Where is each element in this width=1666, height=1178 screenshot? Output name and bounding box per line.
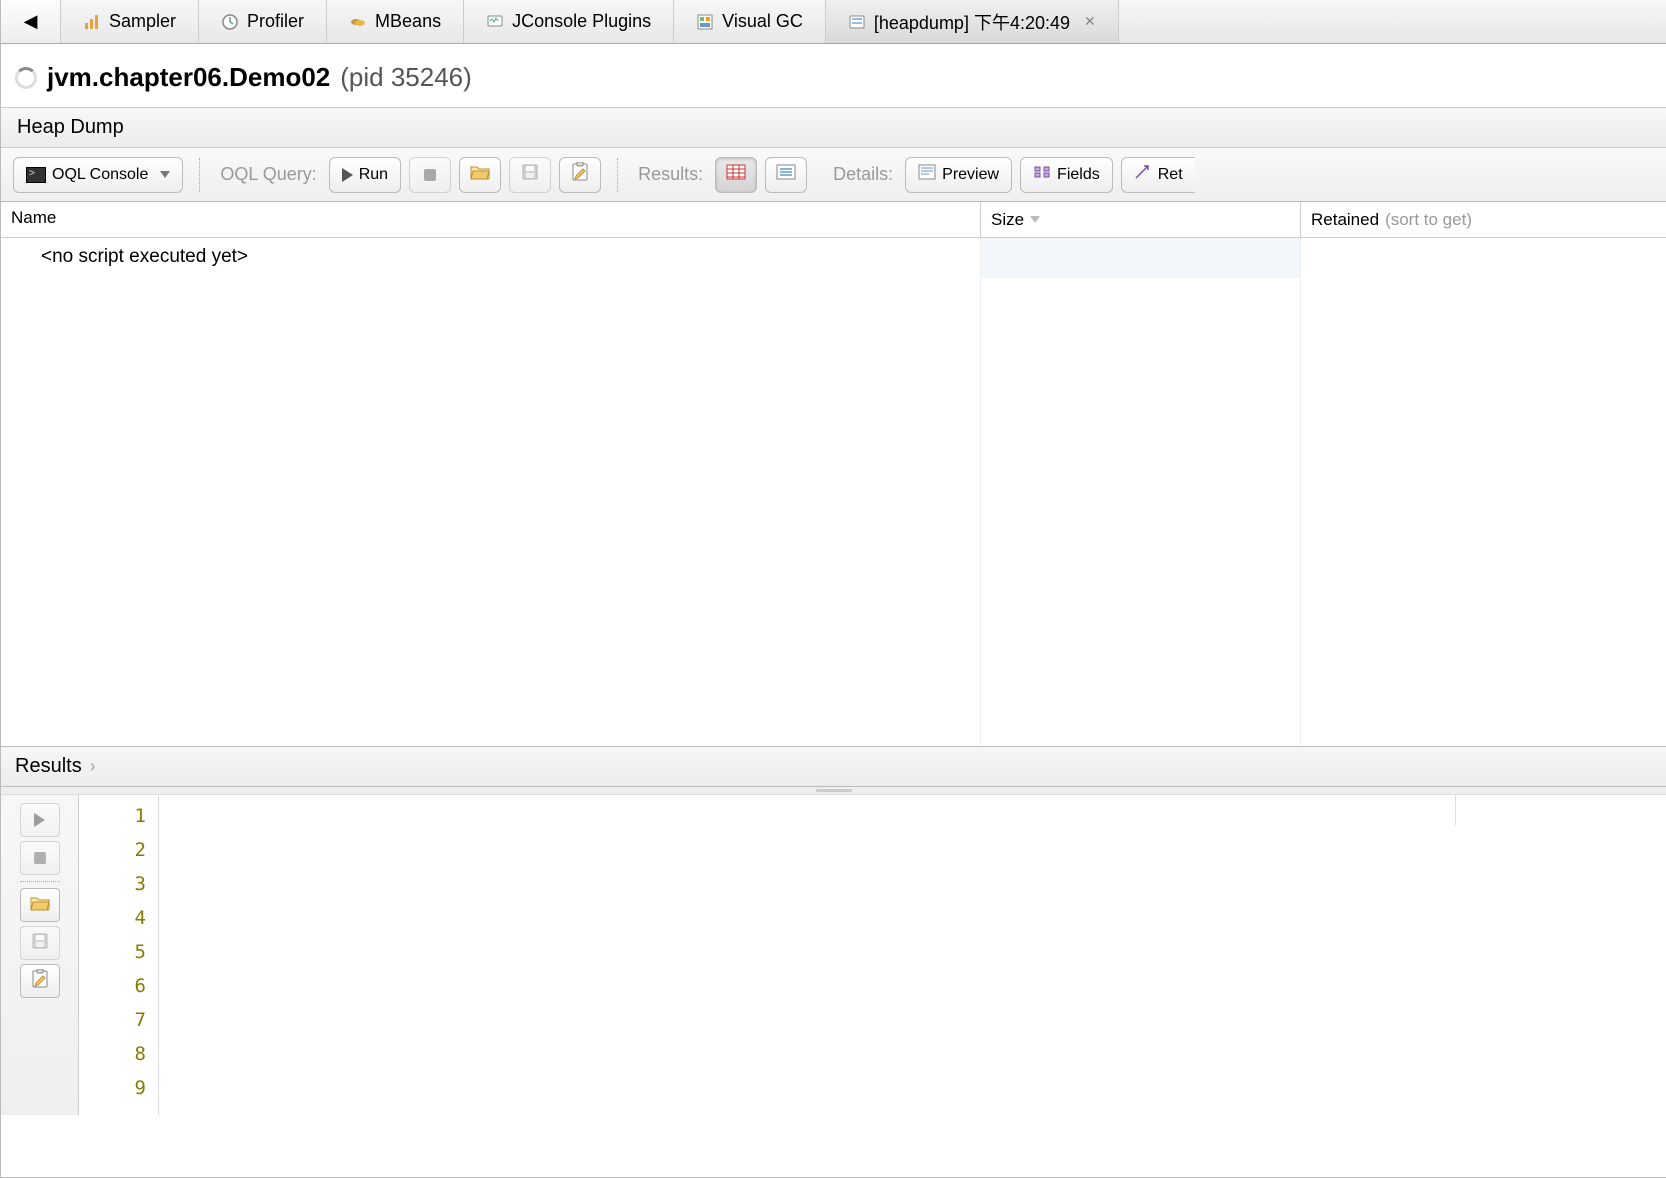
results-list-view-button[interactable] xyxy=(765,157,807,193)
size-column-content xyxy=(981,238,1301,746)
tab-label: Visual GC xyxy=(722,11,803,32)
folder-open-icon xyxy=(30,895,50,915)
column-name-label: Name xyxy=(11,208,56,227)
table-icon xyxy=(726,164,746,185)
visual-gc-icon xyxy=(696,13,714,31)
beans-icon xyxy=(349,13,367,31)
stop-icon xyxy=(424,169,436,181)
folder-open-icon xyxy=(470,164,490,185)
page-title: jvm.chapter06.Demo02 (pid 35246) xyxy=(1,44,1666,107)
column-retained-label: Retained xyxy=(1311,210,1379,230)
separator xyxy=(617,158,618,192)
heapdump-icon xyxy=(848,13,866,31)
run-button[interactable]: Run xyxy=(329,157,401,193)
line-number-gutter: 1 2 3 4 5 6 7 8 9 xyxy=(79,795,159,1115)
references-label: Ret xyxy=(1158,166,1183,184)
fields-icon xyxy=(1033,164,1051,185)
editor-open-button[interactable] xyxy=(20,888,60,922)
column-size-label: Size xyxy=(991,210,1024,230)
terminal-icon xyxy=(26,167,46,183)
column-size-header[interactable]: Size xyxy=(981,202,1301,237)
editor-divider xyxy=(1455,795,1456,825)
line-number: 4 xyxy=(79,901,146,935)
line-number: 1 xyxy=(79,799,146,833)
results-table-view-button[interactable] xyxy=(715,157,757,193)
results-section-header[interactable]: Results › xyxy=(1,746,1666,787)
tab-jconsole-plugins[interactable]: JConsole Plugins xyxy=(464,0,674,43)
line-number: 8 xyxy=(79,1037,146,1071)
monitor-icon xyxy=(486,13,504,31)
save-button[interactable] xyxy=(509,157,551,193)
name-column-content: <no script executed yet> xyxy=(1,238,981,746)
preview-button[interactable]: Preview xyxy=(905,157,1012,193)
process-name: jvm.chapter06.Demo02 xyxy=(47,62,330,93)
column-retained-header[interactable]: Retained (sort to get) xyxy=(1301,202,1666,237)
play-icon xyxy=(34,813,45,827)
column-retained-hint: (sort to get) xyxy=(1385,210,1472,230)
chevron-right-icon: › xyxy=(90,756,96,777)
line-number: 9 xyxy=(79,1071,146,1105)
sampler-icon xyxy=(83,13,101,31)
oql-query-label: OQL Query: xyxy=(216,164,320,185)
oql-console-dropdown[interactable]: OQL Console xyxy=(13,157,183,193)
process-pid: (pid 35246) xyxy=(340,62,472,93)
separator xyxy=(199,158,200,192)
heap-dump-heading: Heap Dump xyxy=(1,107,1666,148)
editor-edit-button[interactable] xyxy=(20,964,60,998)
tab-label: Sampler xyxy=(109,11,176,32)
empty-result-message: <no script executed yet> xyxy=(41,246,248,267)
references-button[interactable]: Ret xyxy=(1121,157,1195,193)
save-icon xyxy=(521,163,539,186)
open-button[interactable] xyxy=(459,157,501,193)
preview-label: Preview xyxy=(942,166,999,184)
line-number: 2 xyxy=(79,833,146,867)
results-label: Results: xyxy=(634,164,707,185)
edit-script-button[interactable] xyxy=(559,157,601,193)
stop-icon xyxy=(34,852,46,864)
horizontal-splitter[interactable] xyxy=(1,787,1666,795)
line-number: 5 xyxy=(79,935,146,969)
fields-button[interactable]: Fields xyxy=(1020,157,1113,193)
clock-icon xyxy=(221,13,239,31)
sort-descending-icon xyxy=(1030,216,1040,223)
details-label: Details: xyxy=(829,164,897,185)
line-number: 7 xyxy=(79,1003,146,1037)
preview-icon xyxy=(918,164,936,185)
run-label: Run xyxy=(359,166,388,184)
clipboard-edit-icon xyxy=(31,969,49,993)
editor-stop-button[interactable] xyxy=(20,841,60,875)
tab-profiler[interactable]: Profiler xyxy=(199,0,327,43)
line-number: 3 xyxy=(79,867,146,901)
tab-label: Profiler xyxy=(247,11,304,32)
tab-sampler[interactable]: Sampler xyxy=(61,0,199,43)
results-title: Results xyxy=(15,755,82,778)
editor-run-button[interactable] xyxy=(20,803,60,837)
tab-label: JConsole Plugins xyxy=(512,11,651,32)
chevron-down-icon xyxy=(160,171,170,178)
tab-label: MBeans xyxy=(375,11,441,32)
retained-column-content xyxy=(1301,238,1666,746)
oql-editor[interactable] xyxy=(159,795,1666,1115)
nav-back-button[interactable]: ◀ xyxy=(1,0,61,43)
fields-label: Fields xyxy=(1057,166,1100,184)
tab-heapdump[interactable]: [heapdump] 下午4:20:49 ✕ xyxy=(826,0,1119,43)
play-icon xyxy=(342,168,353,182)
editor-save-button[interactable] xyxy=(20,926,60,960)
references-icon xyxy=(1134,164,1152,185)
close-icon[interactable]: ✕ xyxy=(1084,13,1096,30)
dropdown-label: OQL Console xyxy=(52,166,148,184)
stop-button[interactable] xyxy=(409,157,451,193)
line-number: 6 xyxy=(79,969,146,1003)
tab-label: [heapdump] 下午4:20:49 xyxy=(874,9,1070,35)
column-name-header[interactable]: Name xyxy=(1,202,981,237)
tab-visual-gc[interactable]: Visual GC xyxy=(674,0,826,43)
loading-spinner-icon xyxy=(15,67,37,89)
list-icon xyxy=(776,164,796,185)
separator xyxy=(20,881,60,882)
tab-mbeans[interactable]: MBeans xyxy=(327,0,464,43)
save-icon xyxy=(31,932,49,954)
clipboard-edit-icon xyxy=(571,162,589,187)
